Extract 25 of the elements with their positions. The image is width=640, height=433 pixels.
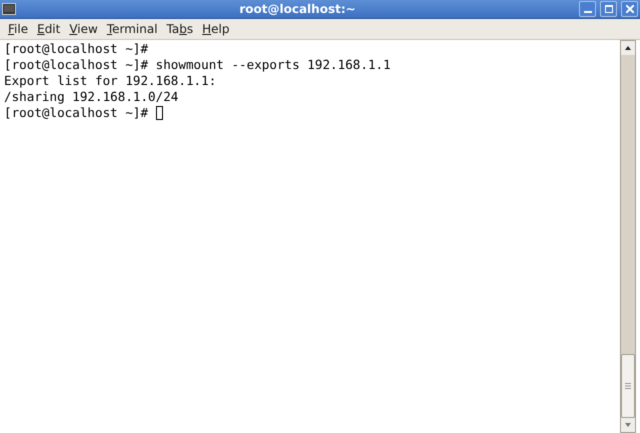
terminal-line: Export list for 192.168.1.1:: [4, 73, 216, 89]
terminal-line: [root@localhost ~]#: [4, 41, 148, 57]
grip-icon: [625, 383, 631, 389]
menu-item[interactable]: Tabs: [162, 20, 198, 38]
scroll-thumb[interactable]: [621, 354, 635, 418]
terminal-line: /sharing 192.168.1.0/24: [4, 89, 178, 105]
maximize-button[interactable]: [600, 1, 617, 17]
scroll-down-button[interactable]: [621, 418, 635, 432]
close-button[interactable]: [621, 1, 638, 17]
menu-item[interactable]: View: [65, 20, 102, 38]
scrollbar[interactable]: [620, 40, 636, 433]
maximize-icon: [604, 5, 612, 13]
terminal-line: [root@localhost ~]# showmount --exports 192.168.1.1: [4, 57, 391, 73]
window-title: root@localhost:~: [238, 2, 357, 16]
menu-item[interactable]: Terminal: [102, 20, 162, 38]
up-arrow-icon: [625, 46, 631, 50]
scroll-up-button[interactable]: [621, 41, 635, 55]
close-icon: [626, 5, 634, 13]
minimize-button[interactable]: [579, 1, 596, 17]
menu-item[interactable]: Edit: [33, 20, 64, 38]
terminal-icon: [2, 3, 16, 15]
menu-item[interactable]: Help: [198, 20, 234, 38]
down-arrow-icon: [625, 423, 631, 427]
menu-item[interactable]: File: [4, 20, 32, 38]
terminal-line: [root@localhost ~]#: [4, 105, 150, 121]
